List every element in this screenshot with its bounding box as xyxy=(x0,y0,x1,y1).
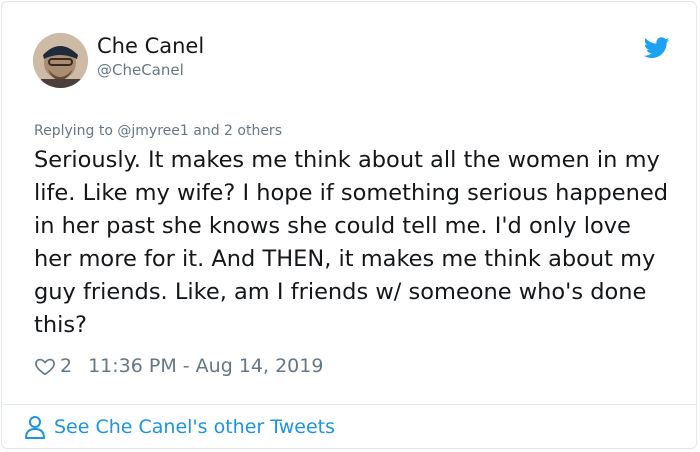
see-other-tweets-label[interactable]: See Che Canel's other Tweets xyxy=(54,416,335,438)
see-other-tweets-link[interactable]: See Che Canel's other Tweets xyxy=(24,414,335,440)
reply-suffix[interactable]: and 2 others xyxy=(189,123,282,139)
author-name[interactable]: Che Canel xyxy=(97,33,204,59)
reply-handle-link[interactable]: @jmyree1 xyxy=(117,123,188,139)
twitter-bird-icon[interactable] xyxy=(644,37,670,59)
tweet-card: Che Canel @CheCanel Replying to @jmyree1… xyxy=(1,1,697,449)
tweet-timestamp[interactable]: 11:36 PM - Aug 14, 2019 xyxy=(88,355,323,377)
author-handle[interactable]: @CheCanel xyxy=(97,60,184,80)
tweet-text: Seriously. It makes me think about all t… xyxy=(34,147,668,338)
avatar-image xyxy=(33,33,88,88)
avatar[interactable] xyxy=(33,33,88,88)
person-icon xyxy=(25,416,45,439)
heart-icon[interactable] xyxy=(34,355,56,377)
reply-prefix: Replying to xyxy=(34,123,118,139)
tweet-meta: 2 11:36 PM - Aug 14, 2019 xyxy=(34,353,323,379)
divider xyxy=(2,404,696,405)
reply-context: Replying to @jmyree1 and 2 others xyxy=(34,122,282,140)
like-count[interactable]: 2 xyxy=(60,355,72,377)
